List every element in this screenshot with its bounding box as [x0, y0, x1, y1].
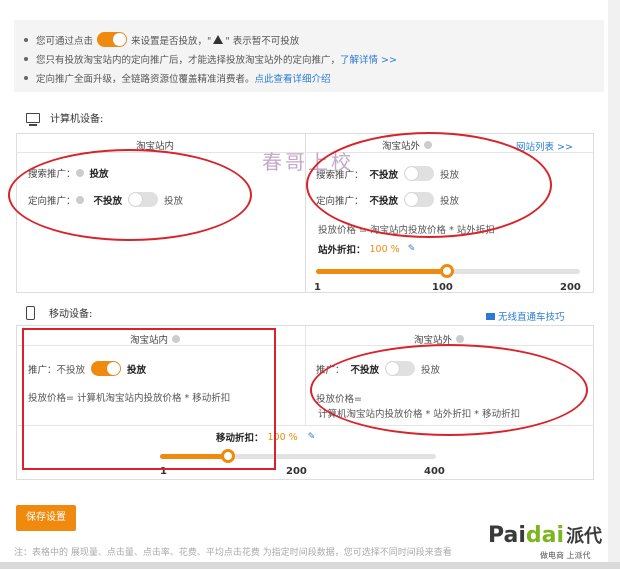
outside-discount-slider[interactable]: [316, 264, 580, 278]
slider-fill: [316, 269, 448, 274]
bullet: [24, 75, 28, 80]
bullet: [24, 56, 28, 61]
view-details-link[interactable]: 点此查看详细介绍: [255, 71, 331, 85]
slider-max-label: 400: [424, 466, 445, 477]
bottom-scrollbar[interactable]: [0, 562, 620, 569]
learn-more-link[interactable]: 了解详情 >>: [340, 52, 397, 66]
pc-heading-label: 计算机设备:: [50, 114, 104, 125]
phone-icon: [26, 305, 35, 320]
pc-section-heading: 计算机设备:: [26, 110, 104, 126]
notice-text: 您只有投放淘宝站内的定向推广后，才能选择投放淘宝站外的定向推广，: [36, 54, 341, 66]
save-settings-button[interactable]: 保存设置: [16, 505, 76, 531]
logo-tagline: 做电商 上派代: [540, 551, 591, 560]
slider-mid-label: 100: [432, 282, 453, 293]
mobile-heading-label: 移动设备:: [49, 309, 93, 320]
help-icon: [456, 335, 465, 343]
notice-text: 来设置是否投放，": [131, 35, 212, 47]
annotation-ellipse: [306, 132, 552, 238]
paidai-logo: Paidai 派代: [488, 522, 602, 548]
notice-text: 定向推广全面升级，全链路资源位覆盖精准消费者。: [36, 73, 255, 85]
notice-text: " 表示暂不可投放: [225, 35, 300, 47]
discount-value: 100 %: [369, 243, 400, 255]
computer-icon: [26, 112, 40, 126]
bullet: [24, 37, 28, 42]
mobile-tips-link[interactable]: 无线直通车技巧: [486, 309, 565, 323]
logo-part: 派代: [566, 526, 603, 547]
video-icon: [486, 312, 495, 320]
page-scroll-edge: [608, 0, 620, 569]
tips-link-text: 无线直通车技巧: [498, 312, 565, 323]
annotation-ellipse: [310, 344, 588, 436]
mobile-section-heading: 移动设备:: [26, 305, 92, 320]
logo-part: Pai: [488, 523, 526, 548]
outside-discount-row: 站外折扣： 100 % ✎: [318, 242, 416, 257]
edit-pencil-icon[interactable]: ✎: [408, 244, 416, 254]
notice-line-2: 您只有投放淘宝站内的定向推广后，才能选择投放淘宝站外的定向推广， 了解详情 >>: [24, 49, 594, 68]
warning-icon: [213, 35, 224, 44]
divider: [305, 325, 306, 425]
annotation-ellipse: [8, 149, 252, 241]
notice-line-3: 定向推广全面升级，全链路资源位覆盖精准消费者。 点此查看详细介绍: [24, 68, 594, 87]
slider-max-label: 200: [560, 282, 581, 293]
notice-box: 您可通过点击 来设置是否投放，" " 表示暂不可投放 您只有投放淘宝站内的定向推…: [14, 20, 604, 92]
sample-toggle-icon: [97, 32, 128, 47]
discount-label: 站外折扣：: [318, 245, 366, 256]
edit-pencil-icon[interactable]: ✎: [308, 432, 316, 442]
notice-line-1: 您可通过点击 来设置是否投放，" " 表示暂不可投放: [24, 30, 594, 49]
annotation-rectangle: [22, 328, 276, 470]
slider-min-label: 1: [314, 282, 321, 293]
notice-text: 您可通过点击: [36, 35, 94, 47]
slider-mid-label: 200: [286, 466, 307, 477]
logo-part: dai: [525, 523, 565, 548]
